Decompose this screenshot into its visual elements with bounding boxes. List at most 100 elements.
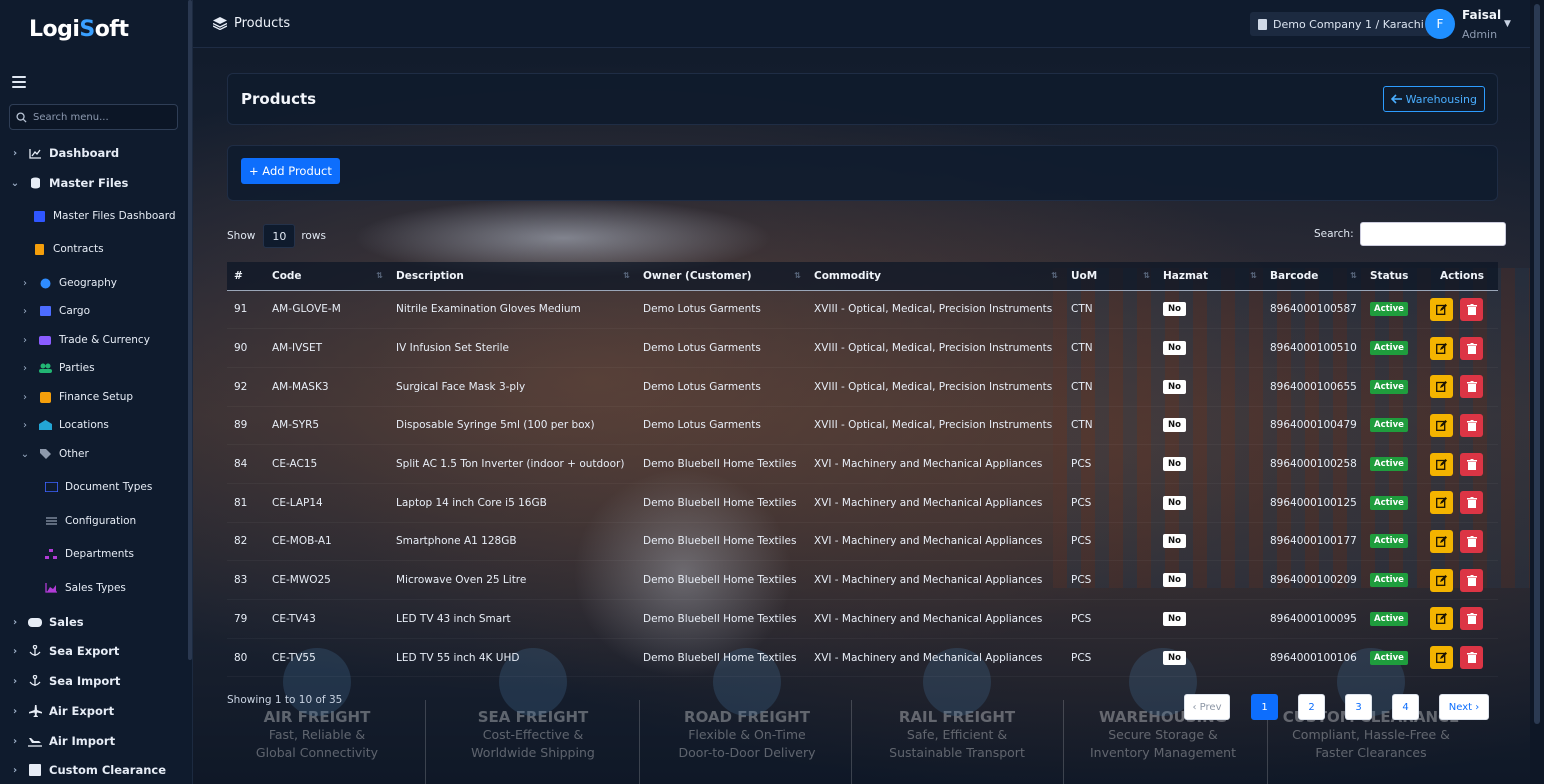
sidebar-item-geography[interactable]: › Geography bbox=[20, 277, 117, 289]
table-row[interactable]: 80 CE-TV55 LED TV 55 inch 4K UHD Demo Blueb… bbox=[227, 638, 1498, 678]
column-header[interactable]: Commodity ⇅ bbox=[807, 262, 1064, 291]
table-search-input[interactable] bbox=[1359, 222, 1506, 246]
cell-actions bbox=[1426, 328, 1498, 368]
sidebar-item-custom-clearance[interactable]: › Custom Clearance bbox=[10, 763, 166, 777]
warehouse-icon bbox=[38, 419, 52, 431]
sidebar-item-sea-import[interactable]: › Sea Import bbox=[10, 674, 120, 688]
sidebar-item-sales-types[interactable]: Sales Types bbox=[44, 582, 126, 594]
sidebar-item-contracts[interactable]: Contracts bbox=[32, 243, 104, 255]
sidebar-item-configuration[interactable]: Configuration bbox=[44, 515, 136, 527]
products-table: # Code ⇅ Description ⇅ Owner (Customer) ⇅ C… bbox=[227, 262, 1498, 678]
next-page-button[interactable]: Next › bbox=[1439, 694, 1489, 720]
edit-button[interactable] bbox=[1430, 336, 1453, 360]
cell-number: 83 bbox=[227, 560, 265, 600]
delete-button[interactable] bbox=[1460, 413, 1483, 437]
id-card-icon bbox=[44, 481, 58, 493]
table-row[interactable]: 91 AM-GLOVE-M Nitrile Examination Gloves M… bbox=[227, 290, 1498, 330]
table-row[interactable]: 84 CE-AC15 Split AC 1.5 Ton Inverter (indo… bbox=[227, 444, 1498, 484]
table-row[interactable]: 79 CE-TV43 LED TV 43 inch Smart Demo Bluebe… bbox=[227, 599, 1498, 639]
sidebar-item-trade-currency[interactable]: › Trade & Currency bbox=[20, 334, 150, 346]
user-name[interactable]: Faisal bbox=[1462, 8, 1501, 22]
avatar[interactable]: F bbox=[1425, 9, 1455, 39]
delete-button[interactable] bbox=[1460, 646, 1483, 670]
edit-button[interactable] bbox=[1430, 568, 1453, 592]
sidebar-item-air-export[interactable]: › Air Export bbox=[10, 704, 114, 718]
edit-button[interactable] bbox=[1430, 529, 1453, 553]
edit-button[interactable] bbox=[1430, 491, 1453, 515]
status-badge: Active bbox=[1370, 457, 1408, 472]
table-row[interactable]: 92 AM-MASK3 Surgical Face Mask 3-ply Demo L… bbox=[227, 367, 1498, 407]
sidebar-item-document-types[interactable]: Document Types bbox=[44, 481, 152, 493]
page-scrollbar[interactable] bbox=[1530, 0, 1544, 784]
delete-button[interactable] bbox=[1460, 568, 1483, 592]
sidebar-item-other[interactable]: ⌄ Other bbox=[20, 448, 89, 460]
edit-button[interactable] bbox=[1430, 413, 1453, 437]
delete-button[interactable] bbox=[1460, 336, 1483, 360]
cell-uom: PCS bbox=[1064, 483, 1156, 523]
delete-button[interactable] bbox=[1460, 297, 1483, 321]
column-header[interactable]: Status bbox=[1363, 262, 1426, 291]
rows-per-page-select[interactable]: 10 bbox=[263, 224, 296, 248]
status-badge: Active bbox=[1370, 495, 1408, 510]
sidebar-item-locations[interactable]: › Locations bbox=[20, 419, 109, 431]
sidebar-item-air-import[interactable]: › Air Import bbox=[10, 734, 115, 748]
delete-button[interactable] bbox=[1460, 452, 1483, 476]
cell-hazmat: No bbox=[1156, 367, 1263, 407]
column-header[interactable]: # bbox=[227, 262, 265, 291]
chevron-down-icon[interactable]: ▼ bbox=[1504, 19, 1511, 29]
column-header[interactable]: Hazmat ⇅ bbox=[1156, 262, 1263, 291]
sidebar-item-departments[interactable]: Departments bbox=[44, 548, 134, 560]
delete-button[interactable] bbox=[1460, 529, 1483, 553]
page-button-4[interactable]: 4 bbox=[1392, 694, 1419, 720]
table-row[interactable]: 89 AM-SYR5 Disposable Syringe 5ml (100 per… bbox=[227, 406, 1498, 446]
sidebar-item-finance-setup[interactable]: › Finance Setup bbox=[20, 391, 133, 403]
column-header[interactable]: Description ⇅ bbox=[389, 262, 636, 291]
page-button-2[interactable]: 2 bbox=[1298, 694, 1325, 720]
edit-button[interactable] bbox=[1430, 607, 1453, 631]
sidebar-item-master-files-dashboard[interactable]: Master Files Dashboard bbox=[32, 210, 176, 222]
sidebar-scrollbar[interactable] bbox=[188, 0, 192, 660]
hazmat-badge: No bbox=[1163, 302, 1186, 317]
column-header[interactable]: Code ⇅ bbox=[265, 262, 389, 291]
search-menu-input[interactable] bbox=[33, 111, 173, 123]
edit-button[interactable] bbox=[1430, 375, 1453, 399]
handshake-icon bbox=[28, 616, 42, 628]
sidebar-item-master-files[interactable]: ⌄ Master Files bbox=[10, 176, 129, 190]
add-product-button[interactable]: + Add Product bbox=[241, 158, 340, 184]
prev-page-button[interactable]: ‹ Prev bbox=[1184, 694, 1230, 720]
app-logo[interactable]: LogiSoft bbox=[29, 17, 129, 42]
delete-button[interactable] bbox=[1460, 607, 1483, 631]
delete-button[interactable] bbox=[1460, 375, 1483, 399]
table-row[interactable]: 83 CE-MWO25 Microwave Oven 25 Litre Demo Bl… bbox=[227, 560, 1498, 600]
cell-commodity: XVIII - Optical, Medical, Precision Inst… bbox=[807, 406, 1064, 446]
cell-description: Microwave Oven 25 Litre bbox=[389, 560, 636, 600]
hazmat-badge: No bbox=[1163, 611, 1186, 626]
sidebar-item-dashboard[interactable]: › Dashboard bbox=[10, 146, 119, 160]
cell-uom: PCS bbox=[1064, 444, 1156, 484]
header-title: Products bbox=[234, 16, 291, 31]
column-header[interactable]: UoM ⇅ bbox=[1064, 262, 1156, 291]
cell-owner: Demo Bluebell Home Textiles bbox=[636, 638, 807, 678]
page-button-3[interactable]: 3 bbox=[1345, 694, 1372, 720]
sidebar-item-sea-export[interactable]: › Sea Export bbox=[10, 644, 119, 658]
column-header[interactable]: Barcode ⇅ bbox=[1263, 262, 1363, 291]
back-to-warehousing-button[interactable]: Warehousing bbox=[1382, 86, 1485, 112]
page-button-1[interactable]: 1 bbox=[1251, 694, 1278, 720]
menu-toggle-icon[interactable] bbox=[12, 76, 26, 88]
top-bar: Products Demo Company 1 / Karachi F Fais… bbox=[193, 0, 1530, 48]
edit-button[interactable] bbox=[1430, 646, 1453, 670]
table-row[interactable]: 81 CE-LAP14 Laptop 14 inch Core i5 16GB Dem… bbox=[227, 483, 1498, 523]
edit-button[interactable] bbox=[1430, 297, 1453, 321]
edit-icon bbox=[1436, 613, 1447, 625]
cell-owner: Demo Lotus Garments bbox=[636, 328, 807, 368]
sidebar-search[interactable] bbox=[9, 104, 178, 130]
sidebar-item-cargo[interactable]: › Cargo bbox=[20, 305, 90, 317]
table-row[interactable]: 82 CE-MOB-A1 Smartphone A1 128GB Demo Blueb… bbox=[227, 522, 1498, 562]
column-header[interactable]: Owner (Customer) ⇅ bbox=[636, 262, 807, 291]
delete-button[interactable] bbox=[1460, 491, 1483, 515]
company-selector[interactable]: Demo Company 1 / Karachi bbox=[1250, 12, 1432, 36]
edit-button[interactable] bbox=[1430, 452, 1453, 476]
table-row[interactable]: 90 AM-IVSET IV Infusion Set Sterile Demo Lo… bbox=[227, 328, 1498, 368]
sidebar-item-parties[interactable]: › Parties bbox=[20, 362, 95, 374]
sidebar-item-sales[interactable]: › Sales bbox=[10, 615, 84, 629]
